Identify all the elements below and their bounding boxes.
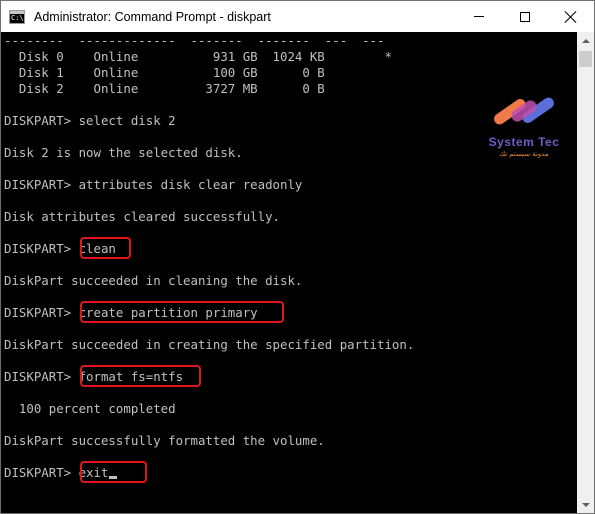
console-line: DiskPart succeeded in creating the speci…: [4, 337, 415, 352]
console-line: Disk attributes cleared successfully.: [4, 209, 281, 224]
system-tec-logo-icon: [494, 97, 554, 125]
console-line: DISKPART> select disk 2: [4, 113, 176, 128]
console-line: Disk 1 Online 100 GB 0 B: [4, 65, 325, 80]
highlight-box-format: [80, 365, 201, 387]
minimize-icon: [474, 16, 484, 17]
maximize-button[interactable]: [502, 1, 548, 32]
maximize-icon: [520, 11, 530, 22]
scroll-up-icon: [581, 38, 590, 43]
console-line: 100 percent completed: [4, 401, 176, 416]
highlight-box-create-partition: [80, 301, 284, 323]
minimize-button[interactable]: [456, 1, 502, 32]
console-line: Disk 0 Online 931 GB 1024 KB *: [4, 49, 392, 64]
watermark-subtitle: مدونة سيستم تك: [499, 151, 549, 158]
title-bar[interactable]: C:\ Administrator: Command Prompt - disk…: [1, 1, 594, 32]
scroll-up-button[interactable]: [577, 32, 594, 49]
console-line: Disk 2 Online 3727 MB 0 B: [4, 81, 325, 96]
highlight-box-clean: [80, 237, 131, 259]
watermark-title: System Tec: [488, 135, 560, 149]
system-tec-watermark: System Tec مدونة سيستم تك: [479, 87, 569, 162]
console-output[interactable]: -------- ------------- ------- ------- -…: [1, 32, 577, 513]
scroll-thumb[interactable]: [579, 51, 592, 67]
command-prompt-window: C:\ Administrator: Command Prompt - disk…: [0, 0, 595, 514]
scroll-down-button[interactable]: [577, 496, 594, 513]
console-line: DISKPART> attributes disk clear readonly: [4, 177, 303, 192]
cmd-icon-glyph: C:\: [11, 13, 24, 22]
console-line: DiskPart succeeded in cleaning the disk.: [4, 273, 303, 288]
console-line: DiskPart successfully formatted the volu…: [4, 433, 325, 448]
vertical-scrollbar[interactable]: [577, 32, 594, 513]
window-title: Administrator: Command Prompt - diskpart: [34, 9, 271, 24]
cmd-app-icon[interactable]: C:\: [9, 9, 25, 24]
console-line: Disk 2 is now the selected disk.: [4, 145, 243, 160]
scroll-down-icon: [581, 502, 590, 507]
console-line: -------- ------------- ------- ------- -…: [4, 33, 385, 48]
window-controls: [456, 1, 594, 32]
highlight-box-exit: [80, 461, 147, 483]
close-button[interactable]: [548, 1, 594, 32]
close-icon: [565, 11, 577, 23]
